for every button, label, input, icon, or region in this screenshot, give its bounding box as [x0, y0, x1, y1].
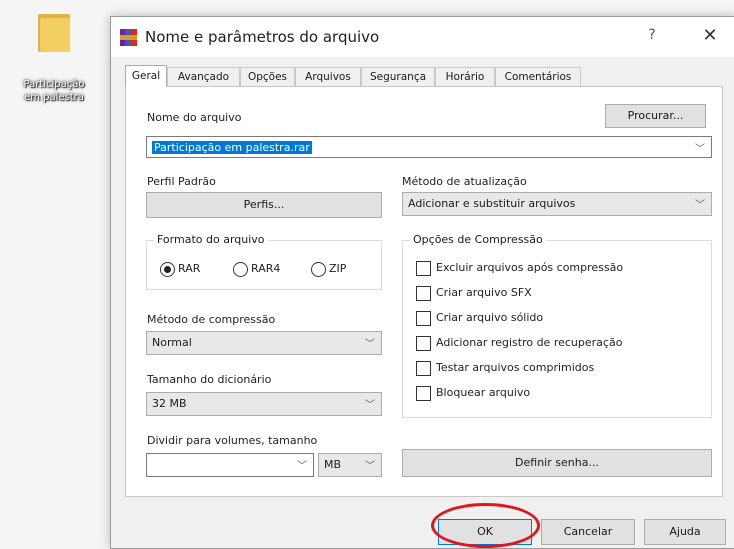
radio-rar4[interactable]	[233, 262, 248, 277]
update-method-select[interactable]: Adicionar e substituir arquivos ﹀	[402, 192, 712, 216]
tab-seguranca[interactable]: Segurança	[361, 67, 435, 86]
compression-options-group: Opções de Compressão Excluir arquivos ap…	[402, 233, 712, 418]
dictionary-size-select[interactable]: 32 MB ﹀	[146, 392, 382, 416]
chevron-down-icon[interactable]: ﹀	[297, 457, 307, 472]
radio-rar4-label: RAR4	[251, 262, 281, 275]
folder-icon	[36, 8, 72, 52]
radio-zip[interactable]	[311, 262, 326, 277]
archive-name-label: Nome do arquivo	[147, 111, 242, 124]
compression-options-legend: Opções de Compressão	[410, 233, 546, 246]
format-group: Formato do arquivo RAR RAR4 ZIP	[146, 233, 382, 290]
profiles-button[interactable]: Perfis...	[146, 192, 382, 218]
tab-opcoes[interactable]: Opções	[240, 67, 295, 86]
checkbox-delete-after-label: Excluir arquivos após compressão	[436, 261, 624, 274]
checkbox-solid-archive-label: Criar arquivo sólido	[436, 311, 544, 324]
checkbox-solid-archive[interactable]	[416, 311, 431, 326]
chevron-down-icon[interactable]: ﹀	[365, 335, 375, 350]
checkbox-recovery-record[interactable]	[416, 336, 431, 351]
update-method-value: Adicionar e substituir arquivos	[408, 197, 576, 210]
archive-name-combo[interactable]: Participação em palestra.rar ﹀	[146, 136, 712, 158]
radio-rar[interactable]	[160, 262, 175, 277]
archive-name-value: Participação em palestra.rar	[152, 141, 312, 154]
tab-arquivos[interactable]: Arquivos	[295, 67, 361, 86]
tab-comentarios[interactable]: Comentários	[495, 67, 581, 86]
checkbox-lock-archive[interactable]	[416, 386, 431, 401]
split-volumes-label: Dividir para volumes, tamanho	[147, 434, 318, 447]
checkbox-create-sfx[interactable]	[416, 286, 431, 301]
chevron-down-icon[interactable]: ﹀	[365, 396, 375, 411]
close-icon[interactable]: ✕	[701, 25, 719, 46]
checkbox-test-archived-label: Testar arquivos comprimidos	[436, 361, 595, 374]
compression-method-label: Método de compressão	[147, 313, 276, 326]
checkbox-delete-after[interactable]	[416, 261, 431, 276]
winrar-app-icon	[120, 29, 137, 46]
checkbox-create-sfx-label: Criar arquivo SFX	[436, 286, 532, 299]
split-unit-value: MB	[324, 458, 342, 471]
tab-avancado[interactable]: Avançado	[167, 67, 240, 86]
radio-rar-label: RAR	[178, 262, 201, 275]
browse-button[interactable]: Procurar...	[605, 104, 706, 128]
dictionary-size-label: Tamanho do dicionário	[147, 373, 272, 386]
general-panel: Nome do arquivo Procurar... Participação…	[125, 86, 723, 497]
dialog-title: Nome e parâmetros do arquivo	[145, 28, 380, 46]
tab-geral[interactable]: Geral	[125, 65, 167, 87]
profile-label: Perfil Padrão	[147, 175, 216, 188]
split-size-input[interactable]: ﹀	[146, 453, 314, 477]
tab-horario[interactable]: Horário	[435, 67, 495, 86]
radio-zip-label: ZIP	[329, 262, 347, 275]
compression-method-select[interactable]: Normal ﹀	[146, 331, 382, 355]
chevron-down-icon[interactable]: ﹀	[695, 196, 705, 211]
update-method-label: Método de atualização	[402, 175, 527, 188]
chevron-down-icon[interactable]: ﹀	[695, 140, 705, 155]
desktop-folder-label: Participação em palestra	[23, 79, 85, 103]
help-button[interactable]: Ajuda	[644, 519, 726, 545]
checkbox-test-archived[interactable]	[416, 361, 431, 376]
format-legend: Formato do arquivo	[154, 233, 268, 246]
checkbox-recovery-record-label: Adicionar registro de recuperação	[436, 336, 623, 349]
compression-method-value: Normal	[152, 336, 192, 349]
help-icon[interactable]: ?	[644, 27, 660, 43]
archive-name-dialog: Nome e parâmetros do arquivo ? ✕ Geral A…	[110, 16, 734, 549]
chevron-down-icon[interactable]: ﹀	[365, 457, 375, 472]
ok-button[interactable]: OK	[438, 519, 532, 545]
dictionary-size-value: 32 MB	[152, 397, 187, 410]
desktop-folder-item[interactable]: Participação em palestra	[6, 8, 102, 104]
checkbox-lock-archive-label: Bloquear arquivo	[436, 386, 531, 399]
title-bar: Nome e parâmetros do arquivo ? ✕	[111, 17, 734, 57]
set-password-button[interactable]: Definir senha...	[402, 449, 712, 477]
cancel-button[interactable]: Cancelar	[541, 519, 635, 545]
split-unit-select[interactable]: MB ﹀	[318, 453, 382, 477]
